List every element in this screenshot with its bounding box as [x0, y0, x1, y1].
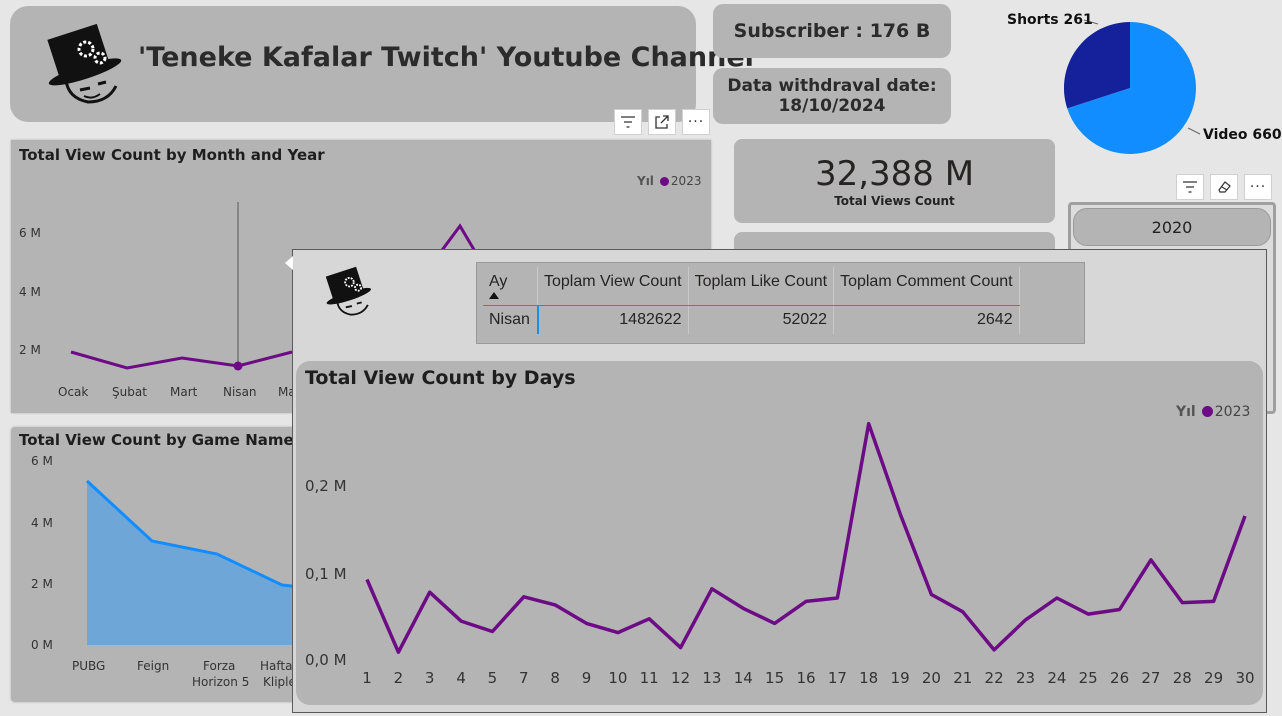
x-tick: Şubat — [112, 385, 147, 399]
x-tick: Mart — [170, 385, 198, 399]
row-month: Nisan — [483, 305, 539, 334]
x-tick-label: 30 — [1235, 669, 1254, 687]
row-comments: 2642 — [833, 305, 1020, 334]
more-options-icon: ··· — [1249, 179, 1267, 195]
total-views-value: 32,388 M — [814, 154, 975, 194]
slicer-filter-button[interactable] — [1176, 174, 1204, 200]
x-tick-label: 28 — [1173, 669, 1192, 687]
x-tick-label: 27 — [1141, 669, 1160, 687]
x-tick-label: 13 — [702, 669, 721, 687]
page-title: 'Teneke Kafalar Twitch' Youtube Channel — [138, 42, 754, 73]
slicer-more-button[interactable]: ··· — [1244, 174, 1272, 200]
visual-focus-button[interactable] — [648, 109, 676, 135]
x-tick: Kliple — [263, 675, 296, 689]
x-tick-label: 17 — [828, 669, 847, 687]
x-tick-label: 24 — [1047, 669, 1066, 687]
visual-filter-button[interactable] — [614, 109, 642, 135]
x-tick-label: 25 — [1079, 669, 1098, 687]
tooltip-pointer — [285, 256, 293, 270]
table-row[interactable]: Nisan 1482622 52022 2642 — [483, 305, 1020, 334]
days-series-line — [365, 421, 1247, 654]
x-tick-label: 2 — [394, 669, 404, 687]
x-tick-label: 10 — [608, 669, 627, 687]
withdraw-date-value: 18/10/2024 — [778, 96, 886, 116]
month-series-2023-line — [70, 350, 293, 370]
x-tick: Forza — [203, 659, 236, 673]
tooltip-matrix: Ay Toplam View Count Toplam Like Count T… — [476, 262, 1085, 344]
withdraw-date-card: Data withdraval date: 18/10/2024 — [713, 68, 951, 124]
x-tick-label: 9 — [582, 669, 592, 687]
days-line-svg: 1 2 3 4 5 7 8 9 10 11 12 13 14 15 16 17 18 19 20 21 22 23 24 25… — [362, 421, 1255, 687]
more-options-icon: ··· — [687, 114, 705, 130]
x-tick: Ocak — [58, 385, 89, 399]
filter-icon — [621, 116, 635, 128]
x-tick-label: 1 — [362, 669, 372, 687]
x-tick: Horizon 5 — [192, 675, 250, 689]
header-card: 'Teneke Kafalar Twitch' Youtube Channel — [10, 6, 754, 122]
x-tick-label: 8 — [550, 669, 560, 687]
pie-label-video: Video 660 — [1203, 127, 1282, 143]
subscriber-card: Subscriber : 176 B — [713, 4, 951, 58]
x-tick: Nisan — [223, 385, 257, 399]
game-name-chart[interactable]: Total View Count by Game Name 6 M 4 M 2 … — [11, 427, 311, 702]
x-tick-label: 23 — [1016, 669, 1035, 687]
column-header-month[interactable]: Ay — [483, 267, 538, 306]
column-header-label: Ay — [489, 273, 508, 290]
year-slicer-value: 2020 — [1151, 217, 1193, 237]
row-views: 1482622 — [537, 305, 689, 334]
total-views-label: Total Views Count — [834, 194, 955, 208]
x-tick-label: 22 — [985, 669, 1004, 687]
tooltip-matrix-table: Ay Toplam View Count Toplam Like Count T… — [483, 267, 1020, 334]
x-tick-label: 12 — [671, 669, 690, 687]
x-tick: PUBG — [72, 659, 106, 673]
x-tick-label: 3 — [425, 669, 435, 687]
x-tick-label: 18 — [859, 669, 878, 687]
tin-head-gear-logo-icon — [47, 23, 122, 104]
visual-more-button[interactable]: ··· — [682, 109, 710, 135]
x-tick-label: 4 — [456, 669, 466, 687]
x-tick-label: 21 — [953, 669, 972, 687]
slicer-clear-button[interactable] — [1210, 174, 1238, 200]
sort-ascending-icon — [489, 292, 499, 299]
pie-label-shorts: Shorts 261 — [1007, 12, 1093, 28]
month-point-nisan — [233, 361, 243, 371]
x-tick-label: 11 — [640, 669, 659, 687]
tin-head-gear-logo-icon — [325, 266, 372, 316]
x-tick: Feign — [137, 659, 170, 673]
x-tick-label: 26 — [1110, 669, 1129, 687]
x-tick-label: 29 — [1204, 669, 1223, 687]
x-tick-label: 20 — [922, 669, 941, 687]
subscriber-label: Subscriber : 176 B — [733, 20, 931, 42]
column-header-comments[interactable]: Toplam Comment Count — [833, 267, 1020, 306]
x-tick-label: 7 — [519, 669, 529, 687]
withdraw-date-label: Data withdraval date: — [727, 76, 937, 96]
row-likes: 52022 — [688, 305, 835, 334]
x-tick-label: 19 — [891, 669, 910, 687]
x-tick-label: 15 — [765, 669, 784, 687]
focus-mode-icon — [655, 115, 669, 129]
days-chart-card[interactable]: Total View Count by Days Yıl 2023 0,2 M 0… — [296, 361, 1263, 705]
filter-icon — [1183, 181, 1197, 193]
column-header-likes[interactable]: Toplam Like Count — [688, 267, 835, 306]
column-header-views[interactable]: Toplam View Count — [537, 267, 689, 306]
game-area-fill — [87, 481, 301, 645]
x-tick-label: 14 — [734, 669, 753, 687]
year-slicer-item[interactable]: 2020 — [1073, 208, 1271, 246]
x-tick-label: 5 — [488, 669, 498, 687]
report-page-tooltip: Ay Toplam View Count Toplam Like Count T… — [285, 249, 1267, 713]
x-tick-label: 16 — [796, 669, 815, 687]
eraser-icon — [1218, 181, 1231, 193]
